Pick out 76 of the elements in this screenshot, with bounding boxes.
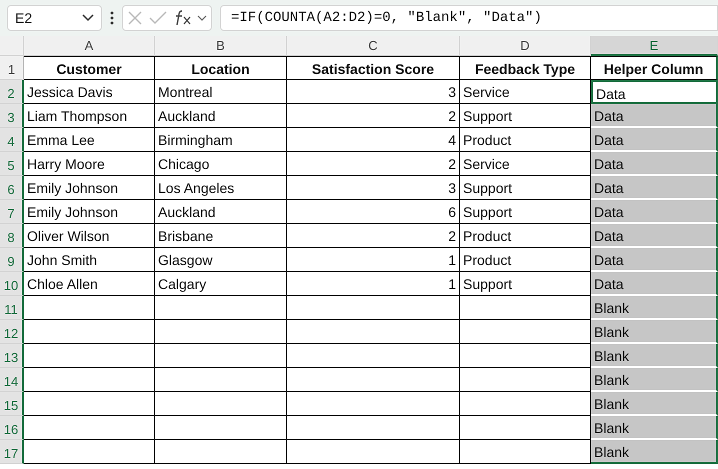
row-header[interactable]: 16 — [0, 416, 24, 440]
table-cell[interactable]: Data — [591, 224, 718, 248]
row-header[interactable]: 13 — [0, 344, 24, 368]
column-header[interactable]: E — [591, 36, 718, 56]
table-cell[interactable]: Blank — [591, 296, 718, 320]
column-header[interactable]: B — [155, 36, 287, 56]
chevron-down-icon — [82, 14, 94, 22]
check-icon[interactable] — [149, 11, 167, 25]
column-header[interactable]: A — [24, 36, 155, 56]
table-cell[interactable]: Data — [591, 128, 718, 152]
table-cell: Emily Johnson — [24, 176, 155, 200]
header-cell: Satisfaction Score — [287, 56, 460, 80]
table-cell[interactable]: Blank — [591, 368, 718, 392]
row-header[interactable]: 10 — [0, 272, 24, 296]
table-cell[interactable]: Blank — [591, 416, 718, 440]
row-header[interactable]: 9 — [0, 248, 24, 272]
table-cell: 4 — [287, 128, 460, 152]
formula-field[interactable]: =IF(COUNTA(A2:D2)=0, "Blank", "Data") — [220, 5, 718, 31]
table-cell: John Smith — [24, 248, 155, 272]
table-cell[interactable]: Data — [591, 200, 718, 224]
table-cell: 1 — [287, 272, 460, 296]
row-header[interactable]: 6 — [0, 176, 24, 200]
row-header[interactable]: 14 — [0, 368, 24, 392]
column-header[interactable]: D — [460, 36, 591, 56]
table-cell: 3 — [287, 176, 460, 200]
table-cell: Auckland — [155, 104, 287, 128]
row-header[interactable]: 4 — [0, 128, 24, 152]
table-cell[interactable]: Data — [591, 104, 718, 128]
table-cell: Brisbane — [155, 224, 287, 248]
table-cell[interactable]: Data — [591, 272, 718, 296]
table-cell: Montreal — [155, 80, 287, 104]
table-cell: Oliver Wilson — [24, 224, 155, 248]
table-cell: 2 — [287, 224, 460, 248]
table-cell[interactable]: Data — [591, 152, 718, 176]
row-header[interactable]: 5 — [0, 152, 24, 176]
table-cell: 1 — [287, 248, 460, 272]
row-header[interactable]: 11 — [0, 296, 24, 320]
header-cell: Feedback Type — [460, 56, 591, 80]
table-cell: Los Angeles — [155, 176, 287, 200]
row-header[interactable]: 2 — [0, 80, 24, 104]
table-cell[interactable]: Data — [591, 248, 718, 272]
table-cell: 3 — [287, 80, 460, 104]
table-cell[interactable]: Blank — [591, 344, 718, 368]
table-cell: Chicago — [155, 152, 287, 176]
table-cell: Emily Johnson — [24, 200, 155, 224]
row-header[interactable]: 12 — [0, 320, 24, 344]
row-header[interactable]: 1 — [0, 56, 24, 80]
table-cell: Liam Thompson — [24, 104, 155, 128]
table-cell: 2 — [287, 104, 460, 128]
header-cell: Customer — [24, 56, 155, 80]
function-icon[interactable] — [173, 10, 191, 26]
table-cell: 6 — [287, 200, 460, 224]
row-header[interactable]: 7 — [0, 200, 24, 224]
table-cell: Auckland — [155, 200, 287, 224]
header-cell: Location — [155, 56, 287, 80]
table-cell: Emma Lee — [24, 128, 155, 152]
table-cell[interactable]: Blank — [591, 320, 718, 344]
table-cell: Harry Moore — [24, 152, 155, 176]
row-header[interactable]: 8 — [0, 224, 24, 248]
table-cell[interactable]: Data — [591, 80, 718, 104]
table-cell: Glasgow — [155, 248, 287, 272]
table-cell: Jessica Davis — [24, 80, 155, 104]
table-cell: Chloe Allen — [24, 272, 155, 296]
table-cell[interactable]: Data — [591, 176, 718, 200]
row-header[interactable]: 17 — [0, 440, 24, 464]
name-box[interactable]: E2 — [7, 5, 102, 31]
table-cell[interactable]: Blank — [591, 440, 718, 464]
chevron-down-icon[interactable] — [197, 14, 207, 22]
table-cell[interactable]: Blank — [591, 392, 718, 416]
row-header[interactable]: 15 — [0, 392, 24, 416]
table-cell: Calgary — [155, 272, 287, 296]
table-cell: Birmingham — [155, 128, 287, 152]
row-header[interactable]: 3 — [0, 104, 24, 128]
table-cell: 2 — [287, 152, 460, 176]
more-options-icon[interactable] — [110, 11, 114, 25]
column-header[interactable]: C — [287, 36, 460, 56]
